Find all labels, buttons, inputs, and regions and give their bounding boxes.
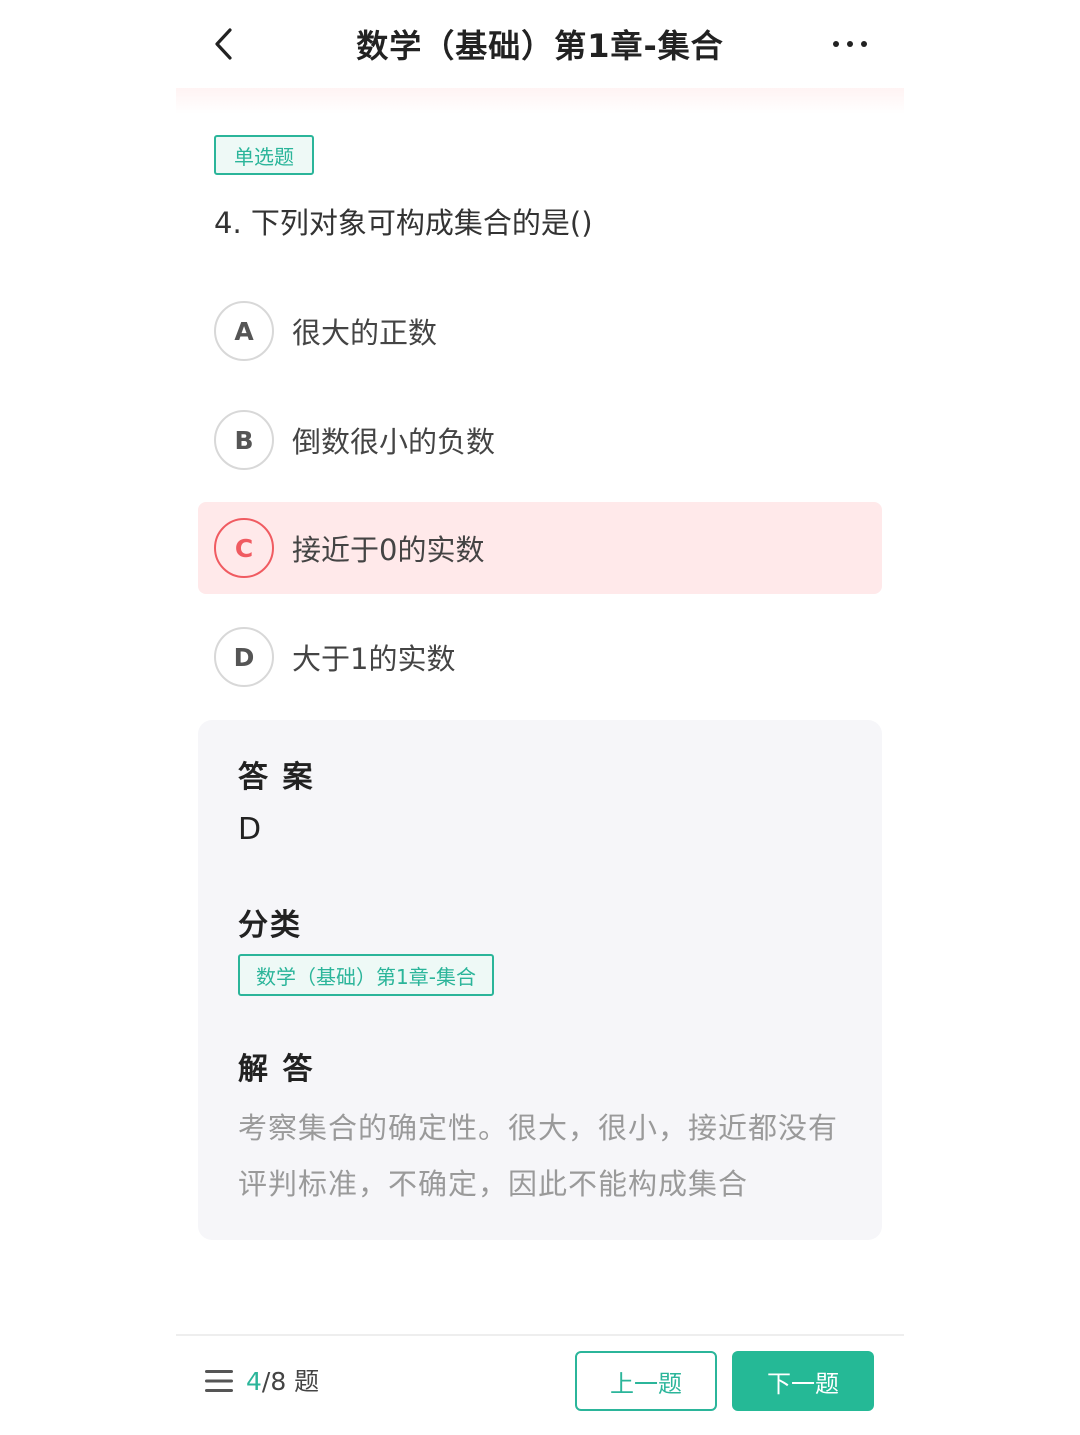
explanation-text: 考察集合的确定性。很大，很小，接近都没有评判标准，不确定，因此不能构成集合 [238, 1111, 839, 1201]
page: 数学（基础）第1章-集合 单选题 4. 下列对象可构成集合的是() A 很大的正… [0, 0, 1080, 1435]
option-text: 大于1的实数 [292, 642, 456, 676]
more-button[interactable] [822, 22, 878, 66]
menu-icon[interactable] [204, 1366, 234, 1396]
previous-question-button[interactable]: 上一题 [575, 1351, 717, 1411]
next-question-button[interactable]: 下一题 [732, 1351, 874, 1411]
answer-panel: 答 案 D 分类 数学（基础）第1章-集合 解 答 考察集合的确定性。很大，很小… [198, 720, 882, 1240]
answer-value: D [238, 812, 262, 847]
option-letter: A [214, 301, 274, 361]
total-questions: /8 题 [261, 1367, 320, 1396]
answer-title: 答 案 [238, 760, 315, 795]
chevron-left-icon [215, 28, 232, 60]
app-screen: 数学（基础）第1章-集合 单选题 4. 下列对象可构成集合的是() A 很大的正… [176, 0, 904, 1435]
more-dots-icon [833, 41, 867, 47]
question-progress[interactable]: 4/8 题 [246, 1362, 319, 1398]
option-b[interactable]: B 倒数很小的负数 [198, 394, 882, 486]
question-type-badge: 单选题 [214, 135, 314, 175]
option-letter: B [214, 410, 274, 470]
category-tag[interactable]: 数学（基础）第1章-集合 [238, 954, 494, 996]
current-question-number: 4 [246, 1367, 262, 1396]
explanation-title: 解 答 [238, 1052, 315, 1087]
top-nav-bar: 数学（基础）第1章-集合 [176, 0, 904, 88]
back-button[interactable] [202, 22, 246, 66]
option-c[interactable]: C 接近于0的实数 [198, 502, 882, 594]
category-title: 分类 [238, 908, 302, 943]
header-divider [176, 88, 904, 114]
option-letter: D [214, 627, 274, 687]
footer-divider [176, 1334, 904, 1336]
option-letter: C [214, 518, 274, 578]
option-text: 倒数很小的负数 [292, 425, 496, 459]
option-text: 很大的正数 [292, 316, 438, 350]
option-d[interactable]: D 大于1的实数 [198, 611, 882, 703]
option-text: 接近于0的实数 [292, 533, 485, 567]
page-title: 数学（基础）第1章-集合 [356, 27, 724, 65]
question-text: 4. 下列对象可构成集合的是() [214, 206, 593, 240]
option-a[interactable]: A 很大的正数 [198, 285, 882, 377]
